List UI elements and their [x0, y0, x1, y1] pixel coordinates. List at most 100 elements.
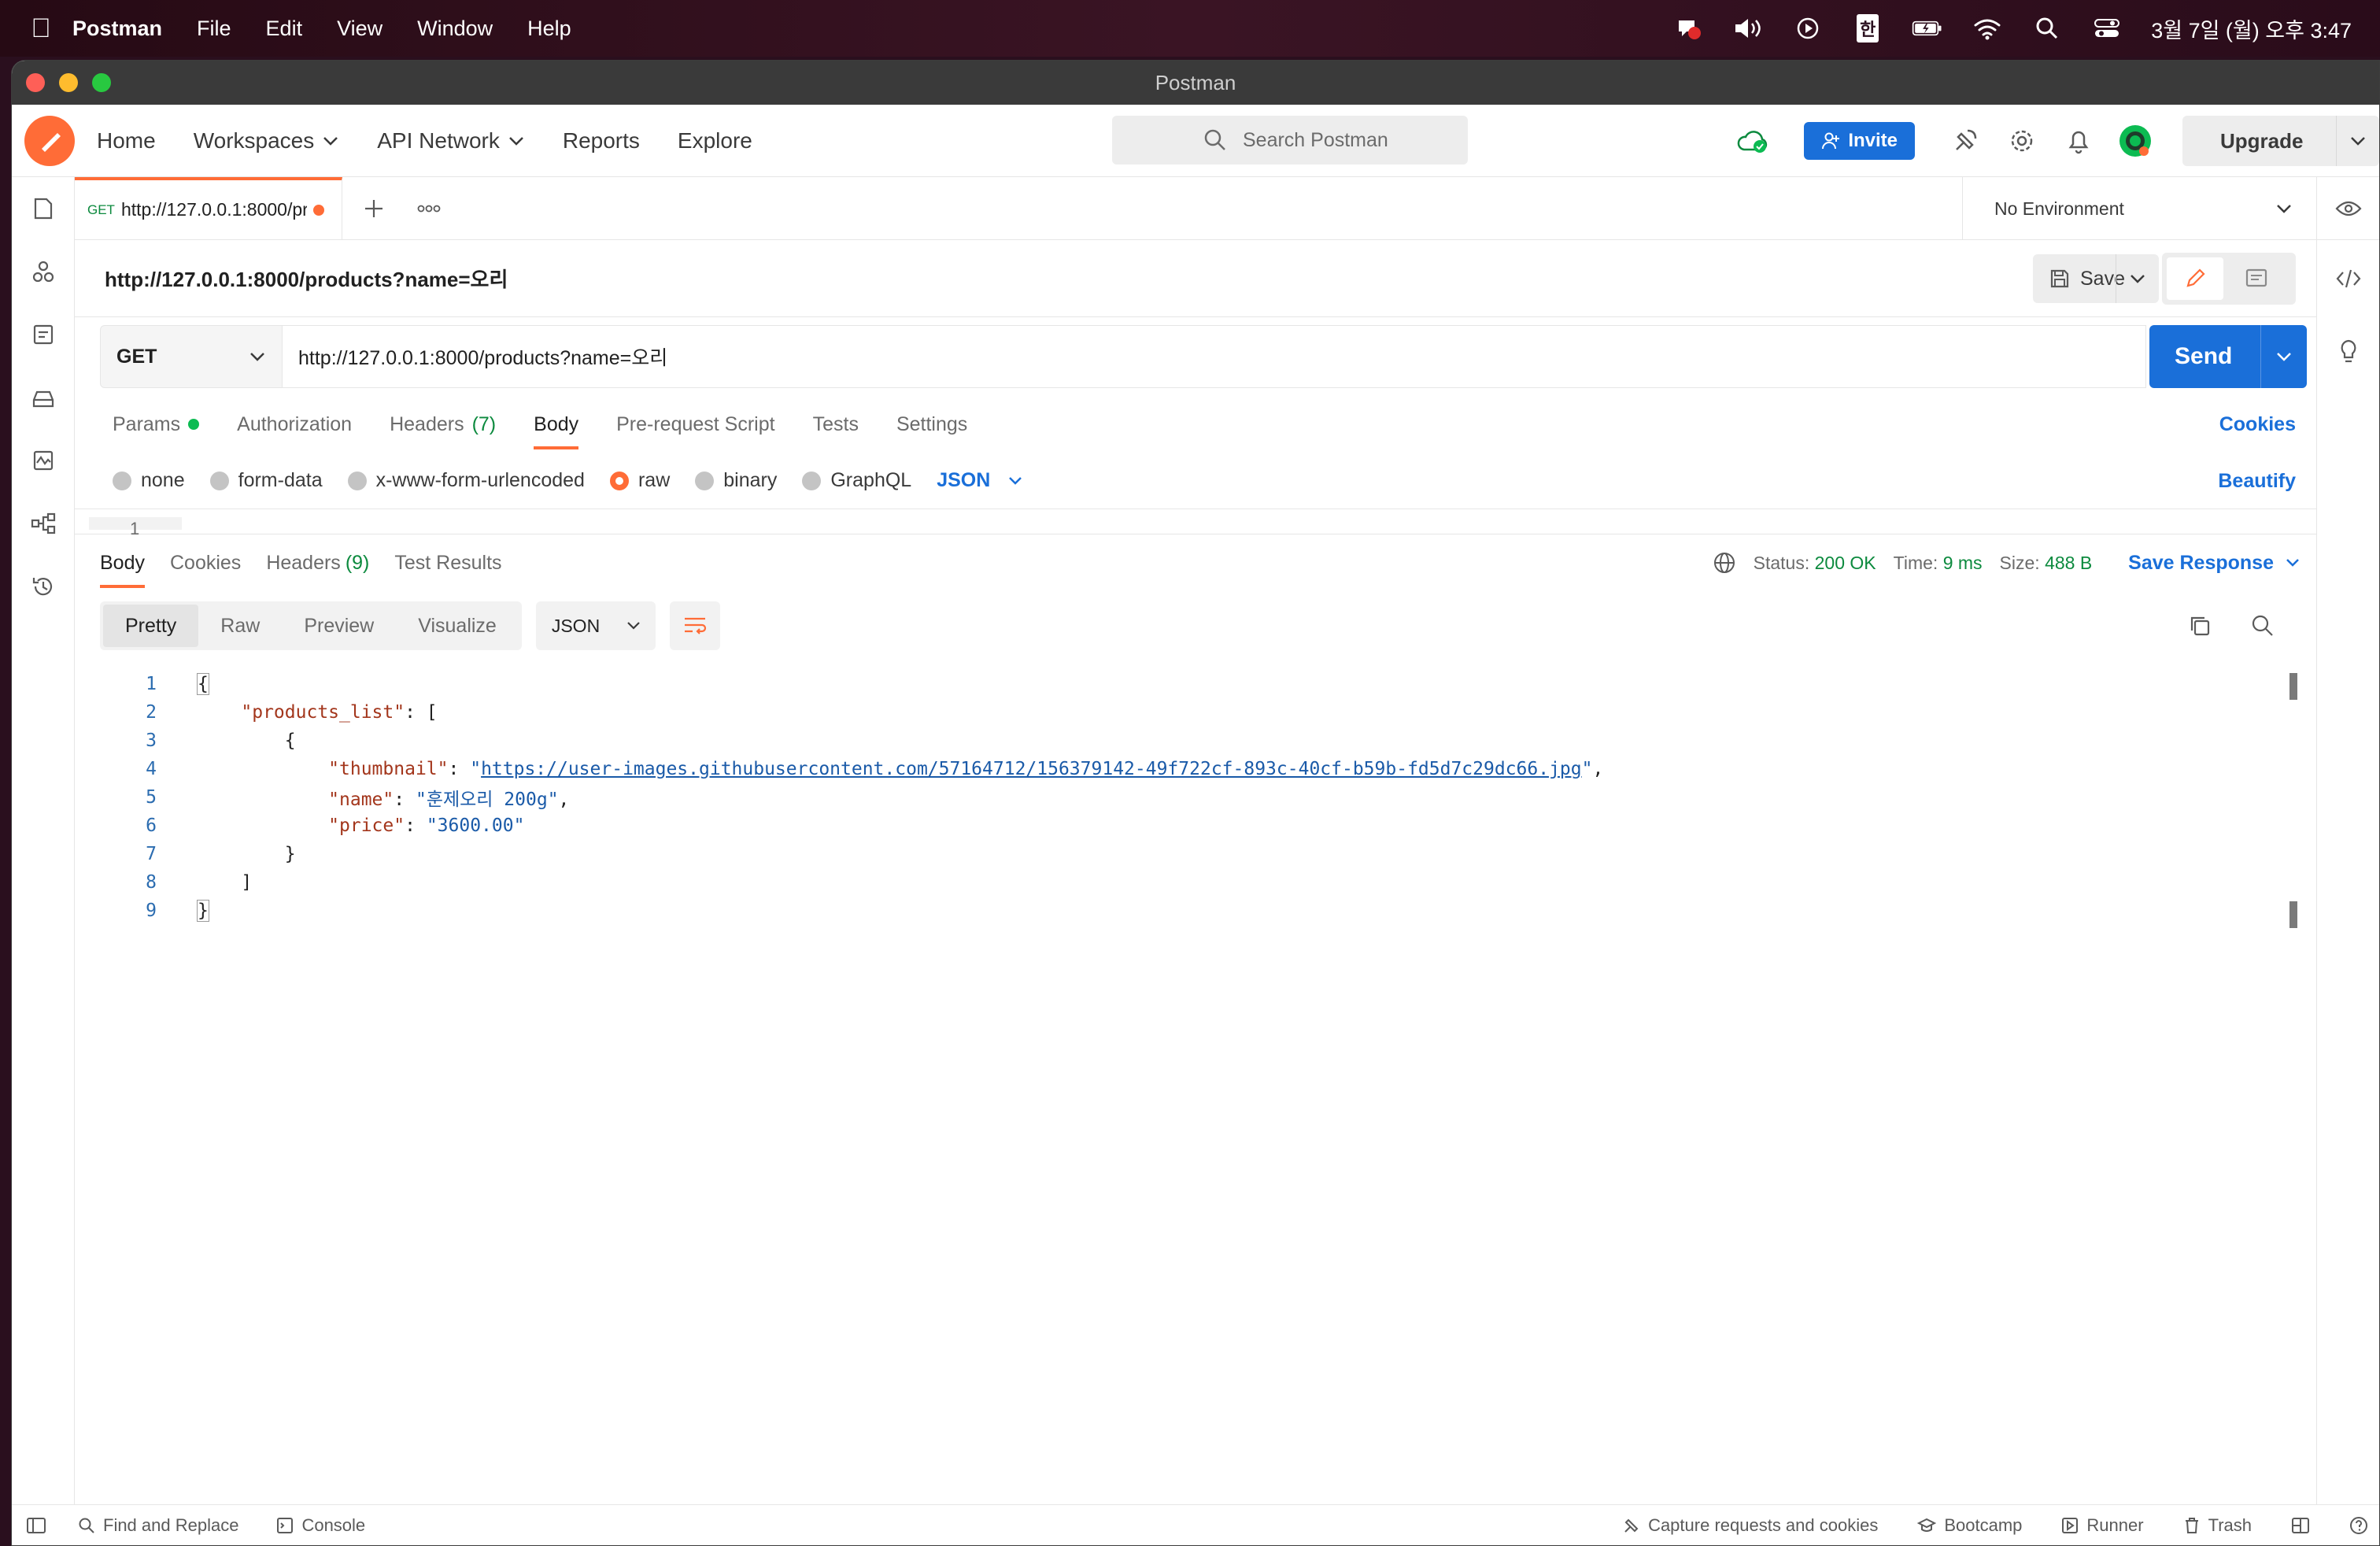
nav-reports[interactable]: Reports: [563, 128, 640, 153]
collections-icon[interactable]: [12, 177, 75, 240]
notification-bell-icon[interactable]: [2060, 122, 2097, 160]
nav-home[interactable]: Home: [97, 128, 156, 153]
nav-explore[interactable]: Explore: [678, 128, 752, 153]
tab-settings[interactable]: Settings: [896, 396, 967, 453]
url-input[interactable]: http://127.0.0.1:8000/products?name=오리: [283, 325, 2146, 388]
lightbulb-icon[interactable]: [2317, 317, 2379, 386]
flows-icon[interactable]: [12, 492, 75, 555]
globe-icon[interactable]: [1713, 551, 1736, 575]
console-button[interactable]: Console: [276, 1515, 365, 1536]
body-type-form-data[interactable]: form-data: [209, 469, 323, 492]
avatar[interactable]: [2116, 122, 2154, 160]
request-name[interactable]: http://127.0.0.1:8000/products?name=오리: [105, 264, 508, 293]
monitors-icon[interactable]: [12, 429, 75, 492]
method-select[interactable]: GET: [100, 325, 283, 388]
trash-button[interactable]: Trash: [2183, 1515, 2252, 1536]
body-type-raw[interactable]: raw: [609, 469, 670, 492]
invite-button[interactable]: Invite: [1804, 122, 1915, 160]
copy-icon[interactable]: [2184, 604, 2216, 648]
menu-file[interactable]: File: [197, 17, 231, 41]
search-input[interactable]: Search Postman: [1112, 116, 1468, 165]
pencil-icon[interactable]: [2167, 257, 2223, 300]
chevron-down-icon[interactable]: [2129, 273, 2146, 284]
tab-response-body[interactable]: Body: [100, 534, 145, 591]
chevron-down-icon[interactable]: [2349, 135, 2367, 146]
save-response-button[interactable]: Save Response: [2128, 552, 2301, 575]
tab-headers[interactable]: Headers (7): [390, 396, 496, 453]
nav-workspaces[interactable]: Workspaces: [194, 128, 340, 153]
body-type-none[interactable]: none: [113, 469, 185, 492]
maximize-window-button[interactable]: [92, 73, 111, 92]
sync-status-icon[interactable]: [1735, 122, 1772, 160]
tab-request[interactable]: GET http://127.0.0.1:8000/pr: [75, 176, 342, 240]
chevron-down-icon[interactable]: [2275, 351, 2293, 362]
menu-edit[interactable]: Edit: [266, 17, 303, 41]
more-tabs-button[interactable]: [405, 177, 453, 240]
menu-view[interactable]: View: [337, 17, 382, 41]
wifi-icon[interactable]: [1972, 13, 2003, 44]
body-type-graphql[interactable]: GraphQL: [802, 469, 911, 492]
battery-icon[interactable]: [1912, 13, 1943, 44]
input-method-indicator[interactable]: 한: [1852, 13, 1883, 44]
body-type-urlencoded[interactable]: x-www-form-urlencoded: [347, 469, 585, 492]
tab-response-headers[interactable]: Headers (9): [266, 534, 369, 591]
environments-icon[interactable]: [12, 303, 75, 366]
wrap-lines-button[interactable]: [669, 601, 720, 650]
minimize-window-button[interactable]: [59, 73, 78, 92]
comment-icon[interactable]: [2228, 257, 2285, 300]
view-visualize[interactable]: Visualize: [396, 605, 519, 647]
size-info[interactable]: Size: 488 B: [2000, 553, 2093, 574]
two-pane-icon[interactable]: [2291, 1517, 2310, 1534]
status-info[interactable]: Status: 200 OK: [1754, 553, 1876, 574]
bootcamp-button[interactable]: Bootcamp: [1917, 1515, 2022, 1536]
capture-requests-button[interactable]: Capture requests and cookies: [1623, 1515, 1878, 1536]
notification-app-icon[interactable]: [1672, 13, 1704, 44]
menu-window[interactable]: Window: [417, 17, 493, 41]
response-body-code[interactable]: 1{ 2 "products_list": [ 3 { 4 "thumbnail…: [75, 660, 2316, 928]
view-raw[interactable]: Raw: [198, 605, 282, 647]
send-button[interactable]: Send: [2149, 325, 2307, 388]
cookies-link[interactable]: Cookies: [2219, 413, 2296, 436]
settings-gear-icon[interactable]: [2003, 122, 2041, 160]
response-format-select[interactable]: JSON: [535, 601, 656, 650]
menu-help[interactable]: Help: [527, 17, 571, 41]
postman-logo-icon[interactable]: [24, 115, 75, 166]
close-window-button[interactable]: [26, 73, 45, 92]
runner-button[interactable]: Runner: [2061, 1515, 2144, 1536]
tab-params[interactable]: Params: [113, 396, 200, 453]
view-pretty[interactable]: Pretty: [103, 605, 199, 647]
control-center-icon[interactable]: [2091, 13, 2123, 44]
help-icon[interactable]: [2349, 1516, 2368, 1535]
time-info[interactable]: Time: 9 ms: [1894, 553, 1983, 574]
tab-body[interactable]: Body: [534, 396, 578, 453]
history-icon[interactable]: [12, 555, 75, 618]
request-body-editor[interactable]: 1: [75, 509, 2316, 538]
search-icon[interactable]: [2247, 604, 2278, 648]
find-replace-button[interactable]: Find and Replace: [78, 1515, 238, 1536]
apple-menu-icon[interactable]: : [9, 13, 72, 44]
tab-tests[interactable]: Tests: [813, 396, 859, 453]
body-type-binary[interactable]: binary: [695, 469, 777, 492]
tab-authorization[interactable]: Authorization: [237, 396, 352, 453]
nav-api-network[interactable]: API Network: [377, 128, 525, 153]
play-icon[interactable]: [1792, 13, 1824, 44]
tab-response-cookies[interactable]: Cookies: [170, 534, 241, 591]
save-button[interactable]: Save: [2033, 254, 2159, 303]
beautify-button[interactable]: Beautify: [2218, 470, 2296, 493]
tab-test-results[interactable]: Test Results: [394, 534, 501, 591]
satellite-icon[interactable]: [1946, 122, 1984, 160]
editor-scrollbar-thumb[interactable]: [2289, 673, 2297, 700]
new-tab-button[interactable]: [342, 177, 405, 240]
tab-prerequest-script[interactable]: Pre-request Script: [616, 396, 774, 453]
body-format-select[interactable]: JSON: [937, 469, 1023, 492]
menubar-clock[interactable]: 3월 7일 (월) 오후 3:47: [2151, 13, 2352, 44]
environment-select[interactable]: No Environment: [1962, 177, 2316, 240]
toggle-sidebar-icon[interactable]: [26, 1517, 46, 1534]
thumbnail-url-link[interactable]: https://user-images.githubusercontent.co…: [481, 759, 1582, 779]
spotlight-search-icon[interactable]: [2031, 13, 2063, 44]
menu-app-name[interactable]: Postman: [72, 17, 162, 41]
upgrade-button[interactable]: Upgrade: [2182, 116, 2379, 166]
volume-icon[interactable]: [1732, 13, 1764, 44]
mock-servers-icon[interactable]: [12, 366, 75, 429]
view-preview[interactable]: Preview: [282, 605, 396, 647]
